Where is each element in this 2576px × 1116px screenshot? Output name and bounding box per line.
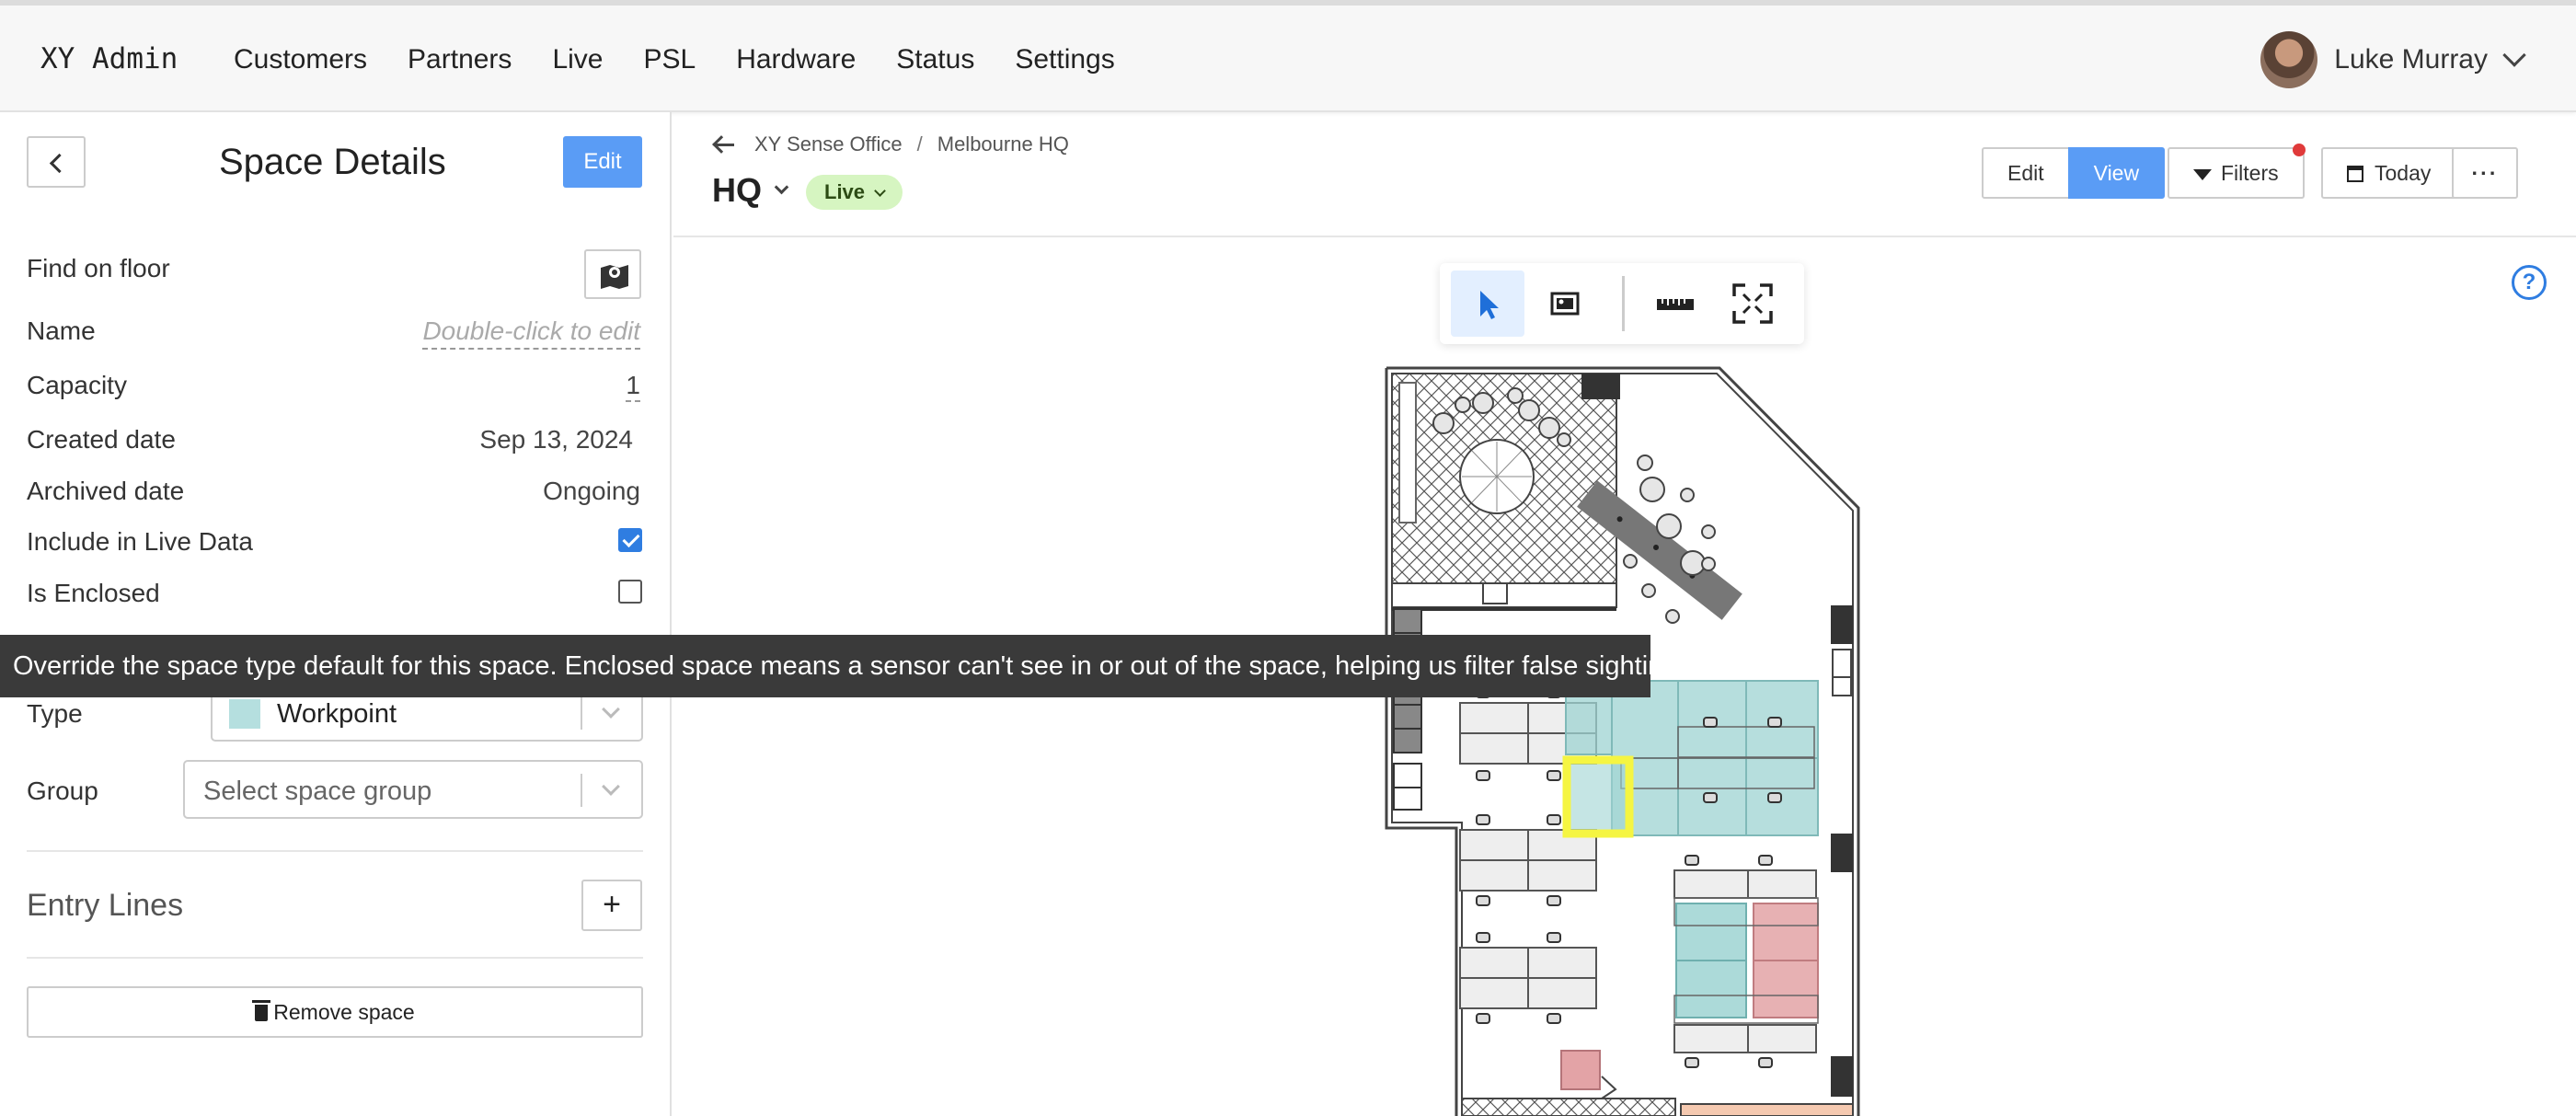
is-enclosed-checkbox[interactable] [618, 580, 642, 604]
calendar-icon [2347, 166, 2363, 182]
breadcrumb: XY Sense Office / Melbourne HQ [712, 132, 1069, 156]
capacity-field[interactable]: 1 [626, 371, 640, 402]
chevron-down-icon [602, 777, 620, 796]
status-badge[interactable]: Live [806, 175, 903, 210]
type-label: Type [27, 699, 83, 728]
name-field[interactable]: Double-click to edit [422, 316, 640, 350]
trash-icon [252, 1000, 271, 1021]
date-picker-button[interactable]: Today [2321, 147, 2457, 199]
filters-button[interactable]: Filters [2168, 147, 2305, 199]
nav-item-status[interactable]: Status [896, 44, 974, 75]
chevron-left-icon [49, 153, 70, 174]
nav-item-psl[interactable]: PSL [643, 44, 696, 75]
user-name: Luke Murray [2334, 44, 2488, 75]
divider [27, 850, 643, 852]
breadcrumb-item-building[interactable]: Melbourne HQ [937, 132, 1069, 156]
phone-booth[interactable] [1560, 1050, 1601, 1090]
is-enclosed-label: Is Enclosed [27, 579, 160, 607]
group-select-placeholder: Select space group [203, 777, 432, 806]
filter-icon [2193, 169, 2212, 180]
archived-date-label: Archived date [27, 477, 185, 505]
created-date-label: Created date [27, 425, 176, 454]
type-select-value: Workpoint [277, 699, 397, 729]
entry-lines-title: Entry Lines [27, 888, 184, 923]
help-icon[interactable]: ? [2512, 265, 2547, 300]
archived-date-value: Ongoing [543, 477, 640, 505]
main-nav: Customers Partners Live PSL Hardware Sta… [234, 44, 1156, 75]
more-options-button[interactable]: ··· [2452, 147, 2518, 199]
selected-workpoint[interactable] [1562, 755, 1634, 838]
include-live-data-label: Include in Live Data [27, 527, 253, 556]
capacity-label: Capacity [27, 371, 127, 399]
chevron-down-icon [602, 700, 620, 719]
user-menu[interactable]: Luke Murray [2260, 31, 2526, 88]
brand-logo[interactable]: XY Admin [40, 42, 178, 75]
enclosed-tooltip: Override the space type default for this… [0, 635, 1698, 697]
column [1831, 834, 1853, 872]
group-label: Group [27, 777, 98, 805]
workpoint-spaces[interactable] [1675, 903, 1747, 1018]
divider [27, 957, 643, 959]
map-marker-icon [601, 265, 628, 289]
find-on-floor-button[interactable] [584, 249, 641, 299]
find-on-floor-label: Find on floor [27, 254, 170, 282]
nav-item-partners[interactable]: Partners [408, 44, 512, 75]
avatar [2260, 31, 2318, 88]
back-button[interactable] [27, 136, 86, 188]
remove-space-button[interactable]: Remove space [27, 986, 643, 1038]
space-details-panel: Space Details Edit Find on floor Name Do… [0, 112, 672, 1116]
column [1831, 605, 1853, 644]
name-label: Name [27, 316, 96, 345]
column [1831, 1056, 1853, 1097]
type-color-swatch [229, 699, 260, 729]
edit-button[interactable]: Edit [563, 136, 642, 188]
chevron-down-icon [774, 179, 789, 194]
nav-item-live[interactable]: Live [552, 44, 603, 75]
chevron-down-icon [2502, 43, 2526, 67]
meeting-spaces[interactable] [1753, 903, 1819, 1018]
edit-mode-button[interactable]: Edit [1982, 147, 2070, 199]
mode-toggle: Edit View [1982, 147, 2166, 199]
remove-space-label: Remove space [273, 1000, 415, 1024]
floor-selector[interactable]: HQ [712, 171, 789, 210]
breadcrumb-item-office[interactable]: XY Sense Office [754, 132, 903, 156]
add-entry-line-button[interactable]: + [581, 880, 642, 931]
include-live-data-checkbox[interactable] [618, 528, 642, 552]
panel-title: Space Details [219, 142, 446, 182]
top-nav: XY Admin Customers Partners Live PSL Har… [0, 0, 2576, 112]
column [1581, 374, 1620, 399]
group-select[interactable]: Select space group [183, 760, 643, 819]
nav-item-customers[interactable]: Customers [234, 44, 367, 75]
chevron-down-icon [874, 185, 886, 197]
header-divider [673, 236, 2576, 237]
floor-name: HQ [712, 171, 762, 209]
view-mode-button[interactable]: View [2067, 147, 2166, 199]
nav-item-settings[interactable]: Settings [1015, 44, 1114, 75]
arrow-left-icon[interactable] [712, 133, 734, 155]
nav-item-hardware[interactable]: Hardware [736, 44, 856, 75]
filter-active-indicator [2293, 144, 2306, 156]
created-date-value: Sep 13, 2024 [479, 425, 633, 454]
